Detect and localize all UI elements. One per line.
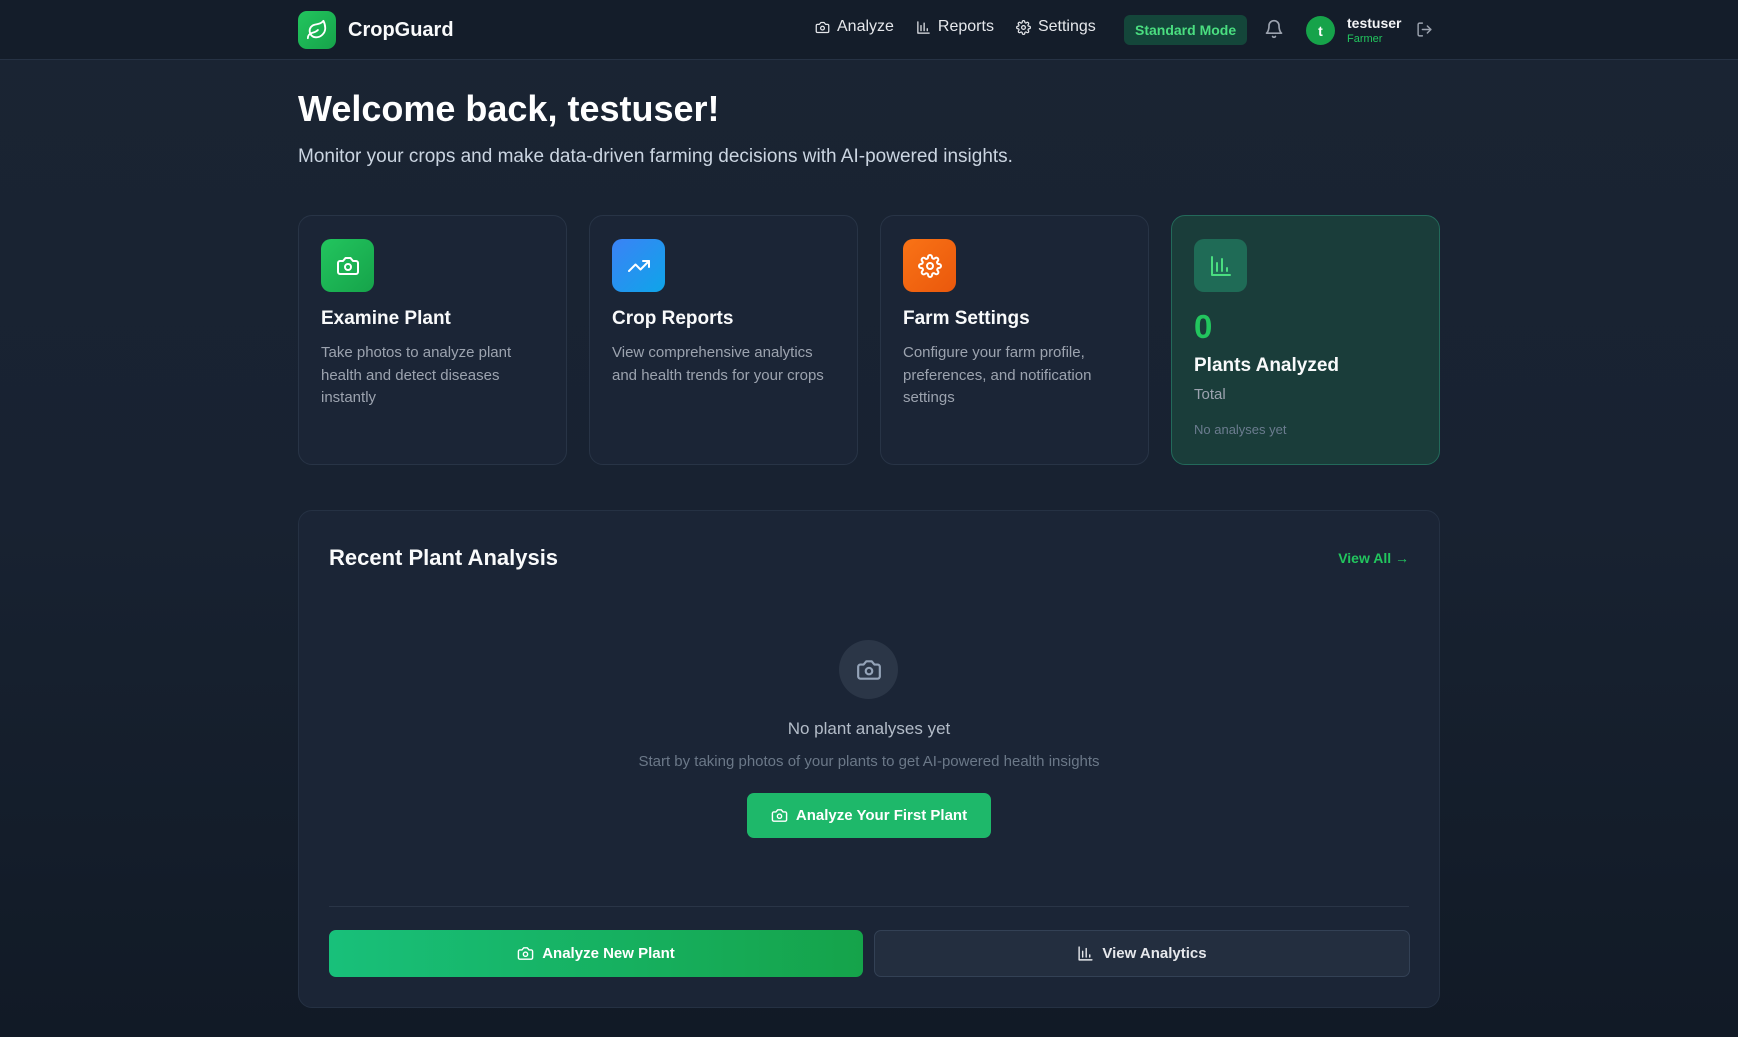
- card-description: View comprehensive analytics and health …: [612, 344, 824, 384]
- avatar[interactable]: t: [1306, 16, 1335, 45]
- card-description: Take photos to analyze plant health and …: [321, 344, 512, 406]
- camera-icon: [517, 947, 534, 960]
- stat-label: Plants Analyzed: [1194, 355, 1340, 376]
- camera-icon: [321, 239, 374, 292]
- brand-logo[interactable]: CropGuard: [298, 11, 454, 49]
- page-subtitle: Monitor your crops and make data-driven …: [298, 146, 1013, 167]
- bar-chart-icon: [917, 20, 930, 34]
- stat-sub: Total: [1194, 386, 1226, 403]
- stat-note: No analyses yet: [1194, 422, 1287, 437]
- camera-icon: [771, 809, 788, 822]
- bar-chart-icon: [1078, 946, 1093, 961]
- nav-settings[interactable]: Settings: [1016, 18, 1096, 36]
- card-title: Farm Settings: [903, 308, 1030, 329]
- card-description: Configure your farm profile, preferences…: [903, 344, 1092, 406]
- top-navbar: CropGuard Analyze Reports Settings Stand…: [0, 0, 1738, 60]
- recent-analysis-panel: Recent Plant Analysis View All → No plan…: [298, 510, 1440, 1008]
- camera-icon: [839, 640, 898, 699]
- gear-icon: [903, 239, 956, 292]
- leaf-icon: [298, 11, 336, 49]
- nav-analyze-label: Analyze: [837, 18, 894, 35]
- main-nav: Analyze Reports Settings: [815, 18, 1096, 36]
- view-all-link[interactable]: View All →: [1338, 550, 1409, 566]
- crop-reports-card[interactable]: Crop Reports View comprehensive analytic…: [589, 215, 858, 465]
- page-title: Welcome back, testuser!: [298, 88, 720, 129]
- empty-state-description: Start by taking photos of your plants to…: [638, 753, 1100, 770]
- gear-icon: [1016, 19, 1031, 35]
- button-label: View Analytics: [1102, 945, 1207, 962]
- button-label: Analyze Your First Plant: [795, 807, 968, 824]
- examine-plant-card[interactable]: Examine Plant Take photos to analyze pla…: [298, 215, 567, 465]
- brand-name: CropGuard: [348, 18, 454, 41]
- nav-settings-label: Settings: [1037, 18, 1096, 35]
- card-title: Crop Reports: [612, 308, 734, 329]
- trending-up-icon: [612, 239, 665, 292]
- logout-icon[interactable]: [1416, 21, 1433, 38]
- view-analytics-button[interactable]: View Analytics: [874, 930, 1410, 977]
- camera-icon: [815, 21, 830, 33]
- nav-reports[interactable]: Reports: [916, 18, 994, 36]
- nav-analyze[interactable]: Analyze: [815, 18, 894, 36]
- standard-mode-toggle[interactable]: Standard Mode: [1124, 15, 1248, 45]
- nav-reports-label: Reports: [937, 18, 994, 35]
- divider: [329, 906, 1409, 907]
- bar-chart-icon: [1194, 239, 1247, 292]
- farm-settings-card[interactable]: Farm Settings Configure your farm profil…: [880, 215, 1149, 465]
- empty-state-title: No plant analyses yet: [787, 719, 951, 738]
- bell-icon[interactable]: [1264, 19, 1284, 39]
- card-title: Examine Plant: [321, 308, 451, 329]
- analyze-new-plant-button[interactable]: Analyze New Plant: [329, 930, 863, 977]
- user-role: Farmer: [1347, 33, 1383, 45]
- plants-analyzed-stat-card: 0 Plants Analyzed Total No analyses yet: [1171, 215, 1440, 465]
- stat-value: 0: [1194, 308, 1213, 345]
- section-title: Recent Plant Analysis: [329, 545, 559, 570]
- button-label: Analyze New Plant: [542, 945, 675, 962]
- analyze-first-plant-button[interactable]: Analyze Your First Plant: [747, 793, 991, 838]
- user-name: testuser: [1347, 15, 1402, 31]
